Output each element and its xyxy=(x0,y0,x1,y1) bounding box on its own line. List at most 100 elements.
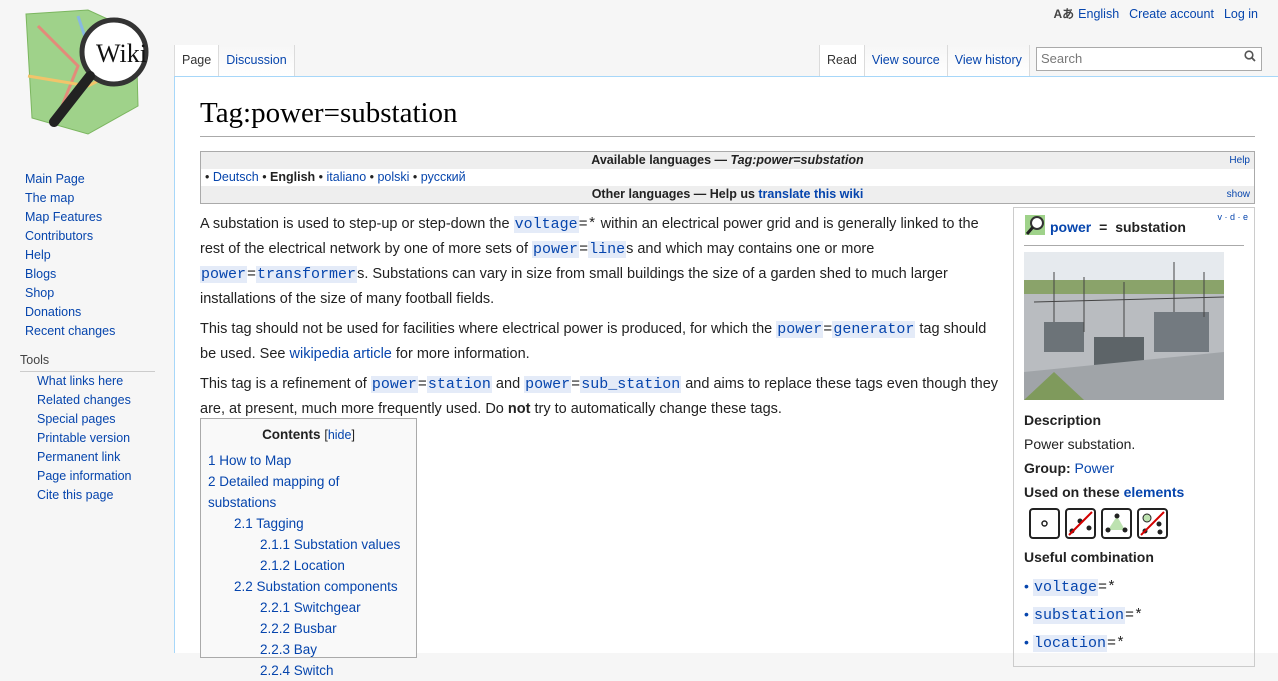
lang-italiano[interactable]: italiano xyxy=(327,170,367,184)
infobox-key-link[interactable]: power xyxy=(1050,219,1091,235)
toc-item[interactable]: 2 Detailed mapping of substations xyxy=(208,471,409,513)
toc-item[interactable]: 2.2.1 Switchgear xyxy=(208,597,409,618)
language-link[interactable]: English xyxy=(1078,7,1119,21)
toc-link[interactable]: 2.1.1 Substation values xyxy=(260,537,400,552)
tag-value-station[interactable]: station xyxy=(426,376,492,393)
way-icon-not-allowed[interactable] xyxy=(1065,508,1096,539)
text: try to automatically change these tags. xyxy=(530,401,782,417)
tab-view-history[interactable]: View history xyxy=(946,45,1030,76)
tab-read[interactable]: Read xyxy=(819,45,864,76)
tag-key-power[interactable]: power xyxy=(532,241,580,258)
tag-key-power[interactable]: power xyxy=(776,321,824,338)
lang-deutsch[interactable]: Deutsch xyxy=(213,170,259,184)
area-icon[interactable] xyxy=(1101,508,1132,539)
toc-item[interactable]: 2.1.1 Substation values xyxy=(208,534,409,555)
tab-discussion[interactable]: Discussion xyxy=(218,45,295,76)
elements-link[interactable]: elements xyxy=(1124,484,1185,500)
toc-link[interactable]: 2.2 Substation components xyxy=(234,579,398,594)
search-icon[interactable] xyxy=(1244,50,1256,65)
tag-key-voltage[interactable]: voltage xyxy=(513,216,579,233)
lang-russian[interactable]: русский xyxy=(421,170,466,184)
toc-item[interactable]: 2.1.2 Location xyxy=(208,555,409,576)
group-label: Group: xyxy=(1024,460,1071,476)
bold-text: not xyxy=(507,401,531,417)
translate-link[interactable]: translate this wiki xyxy=(758,187,863,201)
site-logo[interactable]: Wiki xyxy=(18,6,154,142)
sidebar-item-the-map[interactable]: The map xyxy=(25,191,74,205)
tag-infobox: power = substation v · d · e Description… xyxy=(1013,207,1255,667)
tool-printable-version[interactable]: Printable version xyxy=(37,431,130,445)
toc-item[interactable]: 2.1 Tagging xyxy=(208,513,409,534)
article-body: A substation is used to step-up or step-… xyxy=(200,212,1005,427)
list-item: substation=* xyxy=(1024,601,1244,629)
tab-view-source[interactable]: View source xyxy=(863,45,947,76)
text: This tag is a refinement of xyxy=(200,376,371,392)
language-icon[interactable]: Aあ xyxy=(1053,5,1074,22)
toc-hide-link[interactable]: hide xyxy=(328,428,352,442)
toc-item[interactable]: 2.2 Substation components xyxy=(208,576,409,597)
toc-item[interactable]: 1 How to Map xyxy=(208,450,409,471)
description-text: Power substation. xyxy=(1024,436,1136,452)
group-row: Group: Power xyxy=(1024,460,1244,476)
login-link[interactable]: Log in xyxy=(1224,7,1258,21)
tools-heading[interactable]: Tools xyxy=(20,353,155,372)
tag-key-power[interactable]: power xyxy=(370,376,418,393)
relation-icon-not-allowed[interactable] xyxy=(1137,508,1168,539)
tag-value-sub-station[interactable]: sub_station xyxy=(580,376,682,393)
tag-value-generator[interactable]: generator xyxy=(832,321,916,338)
sidebar-item-map-features[interactable]: Map Features xyxy=(25,210,102,224)
search-input[interactable]: Search xyxy=(1036,47,1262,71)
toc-item[interactable]: 2.2.2 Busbar xyxy=(208,618,409,639)
search-placeholder: Search xyxy=(1041,51,1083,66)
tool-what-links-here[interactable]: What links here xyxy=(37,374,123,388)
toc-link[interactable]: 2.2.4 Switch xyxy=(260,663,334,678)
toc-link[interactable]: 2 Detailed mapping of substations xyxy=(208,474,339,510)
sidebar-item-contributors[interactable]: Contributors xyxy=(25,229,93,243)
tool-page-information[interactable]: Page information xyxy=(37,469,132,483)
sidebar-item-recent-changes[interactable]: Recent changes xyxy=(25,324,115,338)
tag-value-line[interactable]: line xyxy=(588,241,627,258)
tool-cite-this-page[interactable]: Cite this page xyxy=(37,488,113,502)
toc-text: Switch xyxy=(293,663,334,678)
toc-link[interactable]: 2.1.2 Location xyxy=(260,558,345,573)
tool-related-changes[interactable]: Related changes xyxy=(37,393,131,407)
combo-key[interactable]: voltage xyxy=(1033,579,1099,596)
tag-value-transformer[interactable]: transformer xyxy=(256,266,358,283)
text: A substation is used to step-up or step-… xyxy=(200,216,514,232)
create-account-link[interactable]: Create account xyxy=(1129,7,1214,21)
toc-item[interactable]: 2.2.4 Switch xyxy=(208,660,409,681)
sidebar-item-main-page[interactable]: Main Page xyxy=(25,172,85,186)
vde-links[interactable]: v · d · e xyxy=(1217,212,1248,222)
tool-permanent-link[interactable]: Permanent link xyxy=(37,450,120,464)
sidebar-item-shop[interactable]: Shop xyxy=(25,286,54,300)
tab-page[interactable]: Page xyxy=(174,45,219,76)
sidebar-item-help[interactable]: Help xyxy=(25,248,51,262)
toc-link[interactable]: 2.2.2 Busbar xyxy=(260,621,337,636)
toc-text: How to Map xyxy=(219,453,292,468)
tag-key-power[interactable]: power xyxy=(524,376,572,393)
paragraph-1: A substation is used to step-up or step-… xyxy=(200,212,1005,311)
combo-key[interactable]: location xyxy=(1033,635,1108,652)
wikipedia-article-link[interactable]: wikipedia article xyxy=(290,346,392,362)
toc-number: 2.2 xyxy=(234,579,253,594)
tool-special-pages[interactable]: Special pages xyxy=(37,412,116,426)
text: This tag should not be used for faciliti… xyxy=(200,321,777,337)
node-icon[interactable] xyxy=(1029,508,1060,539)
toc-link[interactable]: 1 How to Map xyxy=(208,453,291,468)
langbox-help-link[interactable]: Help xyxy=(1229,152,1250,169)
lang-polski[interactable]: polski xyxy=(377,170,409,184)
available-languages-tag: Tag:power=substation xyxy=(730,153,864,167)
svg-text:Wiki: Wiki xyxy=(96,39,147,68)
toc-link[interactable]: 2.1 Tagging xyxy=(234,516,304,531)
combo-key[interactable]: substation xyxy=(1033,607,1126,624)
combo-value: =* xyxy=(1107,635,1126,652)
group-link[interactable]: Power xyxy=(1075,460,1115,476)
sidebar-item-donations[interactable]: Donations xyxy=(25,305,81,319)
toc-link[interactable]: 2.2.3 Bay xyxy=(260,642,317,657)
toc-link[interactable]: 2.2.1 Switchgear xyxy=(260,600,361,615)
toc-item[interactable]: 2.2.3 Bay xyxy=(208,639,409,660)
langbox-show-link[interactable]: show xyxy=(1227,186,1250,203)
sidebar-item-blogs[interactable]: Blogs xyxy=(25,267,56,281)
tag-key-power[interactable]: power xyxy=(200,266,248,283)
substation-photo[interactable] xyxy=(1024,252,1225,400)
